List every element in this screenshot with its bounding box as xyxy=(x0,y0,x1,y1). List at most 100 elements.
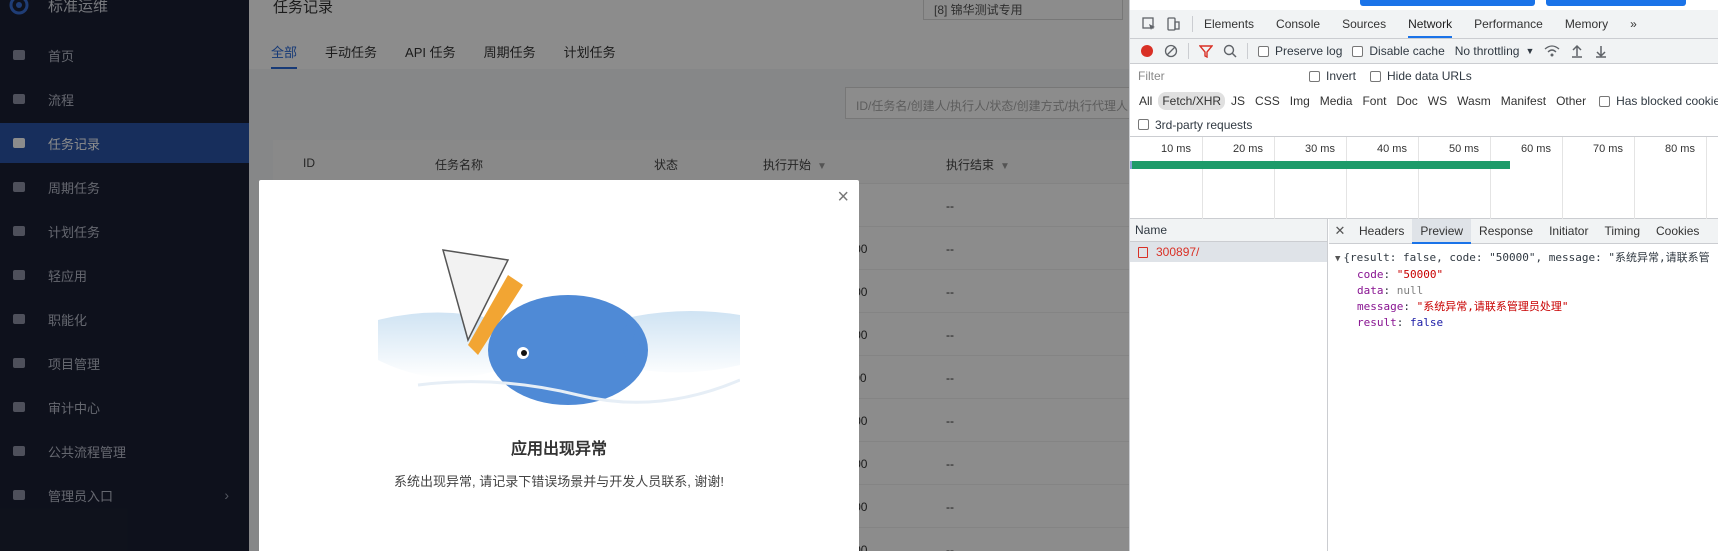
resource-type-button[interactable]: Fetch/XHR xyxy=(1158,92,1226,110)
resource-type-button[interactable]: Media xyxy=(1316,92,1357,110)
devtools-tab[interactable]: Elements xyxy=(1204,10,1254,38)
clear-icon[interactable] xyxy=(1164,44,1178,58)
resource-type-button[interactable]: Img xyxy=(1286,92,1314,110)
filter-toggle-icon[interactable] xyxy=(1199,44,1213,58)
request-name: 300897/ xyxy=(1156,245,1200,259)
error-title: 应用出现异常 xyxy=(510,441,607,458)
preserve-log-checkbox[interactable]: Preserve log xyxy=(1258,44,1342,58)
hide-data-urls-checkbox[interactable]: Hide data URLs xyxy=(1370,69,1472,83)
detail-tab[interactable]: Preview xyxy=(1412,218,1472,244)
resource-type-button[interactable]: Font xyxy=(1358,92,1390,110)
resource-type-button[interactable]: Doc xyxy=(1392,92,1421,110)
resource-type-row: All Fetch/XHR JS CSS Img Media Font Doc WS Wasm Ma… xyxy=(1130,89,1718,113)
timeline-gridline xyxy=(1202,137,1203,219)
devtools-tab[interactable]: Memory xyxy=(1565,10,1608,38)
status-pill xyxy=(1546,0,1686,6)
timeline-gridline xyxy=(1634,137,1635,219)
request-row[interactable]: 300897/ xyxy=(1130,242,1327,262)
app-window: 标准运维 首页 流程 任务记录 周期任务 计划任务 轻应用 职能化 项目管理 审计中心 公共流程管… xyxy=(0,0,1129,551)
export-har-icon[interactable] xyxy=(1594,44,1608,58)
checkbox[interactable] xyxy=(1370,70,1382,82)
network-conditions-icon[interactable] xyxy=(1544,44,1560,58)
third-party-checkbox[interactable]: 3rd-party requests xyxy=(1138,118,1252,132)
import-har-icon[interactable] xyxy=(1570,44,1584,58)
blocked-cookies-label: Has blocked cookies xyxy=(1616,94,1718,108)
disable-cache-checkbox[interactable]: Disable cache xyxy=(1352,44,1445,58)
third-party-label: 3rd-party requests xyxy=(1155,117,1253,132)
close-icon[interactable]: × xyxy=(837,186,849,209)
resource-type-button[interactable]: All xyxy=(1135,92,1156,110)
timeline-tick-label: 10 ms xyxy=(1161,143,1191,155)
timeline-tick-label: 80 ms xyxy=(1665,143,1695,155)
blocked-cookies-checkbox[interactable]: Has blocked cookies xyxy=(1599,94,1718,108)
json-summary-text: {result: false, code: "50000", message: … xyxy=(1343,251,1710,264)
device-toggle-icon[interactable] xyxy=(1162,13,1184,35)
timeline-gridline xyxy=(1706,137,1707,219)
resource-type-button[interactable]: CSS xyxy=(1251,92,1284,110)
invert-checkbox[interactable]: Invert xyxy=(1309,69,1356,83)
request-detail: ✕ Headers Preview Response Initiator Timing C… xyxy=(1329,218,1718,551)
devtools-tab[interactable]: Network xyxy=(1408,10,1453,38)
waterfall-bar xyxy=(1132,161,1510,169)
resource-type-button[interactable]: WS xyxy=(1424,92,1451,110)
json-key: data xyxy=(1357,284,1384,297)
json-summary[interactable]: ▼ {result: false, code: "50000", message:… xyxy=(1335,250,1713,267)
request-list: Name 300897/ xyxy=(1130,219,1328,551)
document-icon xyxy=(1138,246,1148,258)
detail-tab[interactable]: Response xyxy=(1471,219,1541,244)
json-key: code xyxy=(1357,268,1384,281)
error-dialog: × 应用出现异常 系统出现异常, 请记录下错误场景并与开发人员联系, 谢谢! xyxy=(259,180,859,551)
close-icon[interactable]: ✕ xyxy=(1329,223,1351,239)
search-icon[interactable] xyxy=(1223,44,1237,58)
json-field-message: message: "系统异常,请联系管理员处理" xyxy=(1357,300,1569,313)
checkbox[interactable] xyxy=(1258,45,1269,57)
detail-tab[interactable]: Headers xyxy=(1351,219,1412,244)
record-icon[interactable] xyxy=(1140,44,1154,58)
timeline-tick-label: 30 ms xyxy=(1305,143,1335,155)
resource-type-button[interactable]: Manifest xyxy=(1497,92,1550,110)
chevron-down-icon: ▼ xyxy=(1525,46,1535,56)
timeline-gridline xyxy=(1490,137,1491,219)
filter-input[interactable]: Filter xyxy=(1135,67,1295,85)
resource-type-button[interactable]: Other xyxy=(1552,92,1590,110)
timeline-gridline xyxy=(1562,137,1563,219)
checkbox[interactable] xyxy=(1309,70,1320,82)
timeline-gridline xyxy=(1274,137,1275,219)
detail-tab[interactable]: Initiator xyxy=(1541,219,1596,244)
timeline-tick-label: 40 ms xyxy=(1377,143,1407,155)
expand-triangle-icon[interactable]: ▼ xyxy=(1335,254,1340,264)
error-description: 系统出现异常, 请记录下错误场景并与开发人员联系, 谢谢! xyxy=(393,474,725,489)
devtools-panel: Elements Console Sources Network Performance… xyxy=(1129,0,1718,551)
checkbox[interactable] xyxy=(1138,119,1149,130)
more-tabs-icon[interactable]: » xyxy=(1630,10,1637,38)
divider xyxy=(1188,43,1189,59)
detail-tab[interactable]: Timing xyxy=(1596,219,1648,244)
name-column-header[interactable]: Name xyxy=(1130,219,1327,242)
timeline-tick-label: 50 ms xyxy=(1449,143,1479,155)
json-field-code: code: "50000" xyxy=(1357,268,1444,281)
timeline-tick-label: 70 ms xyxy=(1593,143,1623,155)
resource-type-button[interactable]: JS xyxy=(1227,92,1249,110)
devtools-tabbar: Elements Console Sources Network Performance… xyxy=(1130,10,1718,39)
checkbox[interactable] xyxy=(1599,95,1611,107)
throttling-select[interactable]: No throttling ▼ xyxy=(1455,44,1535,58)
waterfall-overview[interactable]: 10 ms 20 ms 30 ms 40 ms 50 ms 60 ms 70 ms 80 ms xyxy=(1130,137,1718,219)
json-value: null xyxy=(1396,284,1424,297)
resource-type-button[interactable]: Wasm xyxy=(1453,92,1495,110)
json-key: message xyxy=(1357,300,1404,313)
disable-cache-label: Disable cache xyxy=(1369,44,1445,58)
devtools-tab[interactable]: Performance xyxy=(1474,10,1543,38)
inspect-icon[interactable] xyxy=(1138,13,1160,35)
json-field-data: data: null xyxy=(1357,284,1424,297)
network-toolbar: Preserve log Disable cache No throttling… xyxy=(1130,39,1718,64)
detail-tab[interactable]: Cookies xyxy=(1648,219,1707,244)
timeline-tick-label: 60 ms xyxy=(1521,143,1551,155)
devtools-tab[interactable]: Console xyxy=(1276,10,1320,38)
hide-data-urls-label: Hide data URLs xyxy=(1387,69,1472,83)
devtools-tab[interactable]: Sources xyxy=(1342,10,1386,38)
throttling-label: No throttling xyxy=(1454,44,1520,58)
timeline-tick-label: 20 ms xyxy=(1233,143,1263,155)
detail-tabbar: ✕ Headers Preview Response Initiator Timing C… xyxy=(1329,218,1718,244)
checkbox[interactable] xyxy=(1352,45,1364,57)
timeline-gridline xyxy=(1418,137,1419,219)
